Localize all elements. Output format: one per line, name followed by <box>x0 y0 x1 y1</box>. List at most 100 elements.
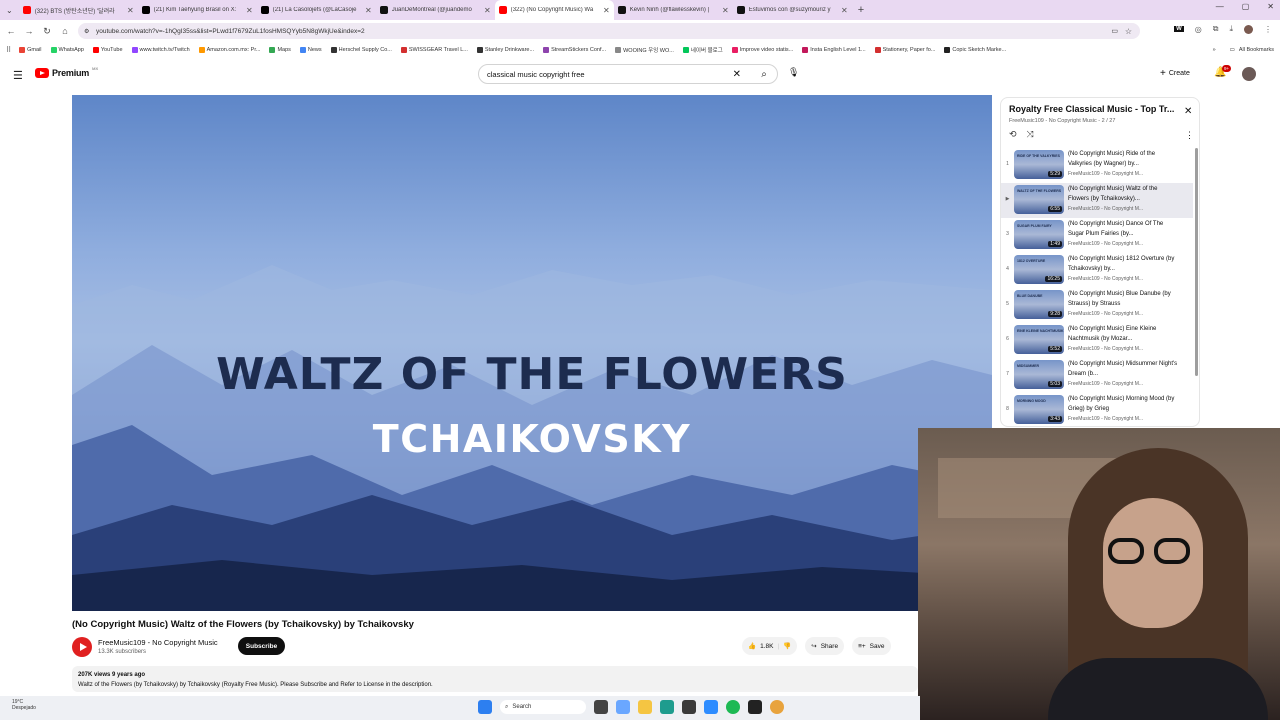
menu-kebab-icon[interactable]: ⋮ <box>1264 25 1272 34</box>
playlist-item[interactable]: 1 RIDE OF THE VALKYRIES 5:29 (No Copyright … <box>1001 148 1193 183</box>
address-bar[interactable]: ⚙ youtube.com/watch?v=-1hQgI35ss&list=PL… <box>78 23 1140 39</box>
taskbar-search[interactable]: ⌕ Search <box>500 700 586 714</box>
all-bookmarks[interactable]: » ▭ All Bookmarks <box>1213 42 1274 57</box>
bookmark-star-icon[interactable]: ☆ <box>1125 27 1132 36</box>
thumbs-down-icon[interactable]: 👎 <box>783 642 791 650</box>
close-tab-icon[interactable]: ✕ <box>246 6 253 15</box>
save-button[interactable]: ≡+ Save <box>852 637 891 655</box>
playlist-item[interactable]: 5 BLUE DANUBE 9:28 (No Copyright Music) Blu… <box>1001 288 1193 323</box>
browser-tab[interactable]: (322) BTS (방탄소년단) '달려라 ✕ <box>19 0 138 20</box>
extensions-puzzle-icon[interactable]: ⧉ <box>1213 24 1219 34</box>
like-button[interactable]: 👍 1.8K | 👎 <box>742 637 798 655</box>
playlist-item-thumbnail[interactable]: WALTZ OF THE FLOWERS 6:55 <box>1014 185 1064 214</box>
weather-widget[interactable]: 19°C Despejado <box>12 699 36 711</box>
close-tab-icon[interactable]: ✕ <box>484 6 491 15</box>
playlist-scrollbar[interactable] <box>1195 148 1198 376</box>
store-icon[interactable] <box>682 700 696 714</box>
app-icon[interactable] <box>748 700 762 714</box>
bookmark-item[interactable]: Maps <box>269 46 291 54</box>
windows-start-icon[interactable] <box>478 700 492 714</box>
close-tab-icon[interactable]: ✕ <box>841 6 848 15</box>
search-input[interactable]: classical music copyright free <box>487 70 733 79</box>
extension-icon[interactable]: W <box>1174 26 1184 32</box>
playlist-title[interactable]: Royalty Free Classical Music - Top Tr... <box>1009 104 1179 114</box>
copilot-icon[interactable] <box>616 700 630 714</box>
channel-name[interactable]: FreeMusic109 - No Copyright Music <box>98 638 218 647</box>
bookmark-item[interactable]: YouTube <box>92 46 123 54</box>
microphone-icon[interactable]: 🎙 <box>788 67 799 78</box>
close-tab-icon[interactable]: ✕ <box>603 6 610 15</box>
bookmark-item[interactable]: 네이버 블로그 <box>682 46 723 54</box>
browser-tab[interactable]: Estuvimos con @suzymouriz y ✕ <box>733 0 852 20</box>
close-tab-icon[interactable]: ✕ <box>127 6 134 15</box>
close-tab-icon[interactable]: ✕ <box>365 6 372 15</box>
create-button[interactable]: + Create <box>1160 68 1190 79</box>
playlist-more-icon[interactable]: ⋮ <box>1185 130 1194 141</box>
browser-tab[interactable]: JuanDeMontreal (@juandemo ✕ <box>376 0 495 20</box>
spotify-icon[interactable] <box>726 700 740 714</box>
bookmark-item[interactable]: WhatsApp <box>50 46 84 54</box>
playlist-item[interactable]: 7 MIDSUMMER 5:03 (No Copyright Music) Midsu… <box>1001 358 1193 393</box>
home-icon[interactable]: ⌂ <box>56 26 74 36</box>
bookmark-item[interactable]: Insta English Level 1... <box>802 46 866 54</box>
share-button[interactable]: ↪ Share <box>805 637 845 655</box>
playlist-item[interactable]: 4 1812 OVERTURE 16:25 (No Copyright Music) … <box>1001 253 1193 288</box>
description-box[interactable]: 207K views 9 years ago Waltz of the Flow… <box>72 666 918 692</box>
maximize-icon[interactable]: ▢ <box>1242 2 1250 11</box>
search-icon[interactable]: ⌕ <box>751 69 777 80</box>
bookmark-item[interactable]: www.twitch.tv/Twitch <box>131 46 190 54</box>
edge-icon[interactable] <box>660 700 674 714</box>
bookmark-item[interactable]: Amazon.com.mx: Pr... <box>198 46 260 54</box>
search-box[interactable]: classical music copyright free ✕ ⌕ <box>478 64 778 84</box>
bookmark-item[interactable]: Improve video statis... <box>731 46 793 54</box>
close-playlist-icon[interactable]: ✕ <box>1184 106 1192 117</box>
forward-icon[interactable]: → <box>20 26 38 36</box>
cast-icon[interactable]: ▭ <box>1111 27 1118 35</box>
channel-avatar[interactable] <box>72 637 92 657</box>
minimize-icon[interactable]: — <box>1216 2 1224 11</box>
playlist-item-thumbnail[interactable]: RIDE OF THE VALKYRIES 5:29 <box>1014 150 1064 179</box>
playlist-item-thumbnail[interactable]: MORNING MOOD 3:43 <box>1014 395 1064 424</box>
bookmark-item[interactable]: News <box>299 46 322 54</box>
playlist-item-thumbnail[interactable]: 1812 OVERTURE 16:25 <box>1014 255 1064 284</box>
apps-grid-icon[interactable]: ⠿ <box>6 46 11 54</box>
reload-icon[interactable]: ↻ <box>38 26 56 37</box>
new-tab-button[interactable]: + <box>858 4 864 16</box>
playlist-item[interactable]: 8 MORNING MOOD 3:43 (No Copyright Music) Mo… <box>1001 393 1193 426</box>
browser-tab[interactable]: (322) (No Copyright Music) Wa ✕ <box>494 0 614 20</box>
zoom-icon[interactable] <box>704 700 718 714</box>
playlist-item[interactable]: ▶ WALTZ OF THE FLOWERS 6:55 (No Copyright M… <box>1001 183 1193 218</box>
playlist-item-thumbnail[interactable]: BLUE DANUBE 9:28 <box>1014 290 1064 319</box>
bookmark-item[interactable]: Copic Sketch Marke... <box>944 46 1006 54</box>
browser-tab[interactable]: Kevin Ninh (@flawlesskevin) | ✕ <box>614 0 733 20</box>
file-explorer-icon[interactable] <box>638 700 652 714</box>
shuffle-icon[interactable]: ⤨ <box>1027 129 1034 140</box>
task-view-icon[interactable] <box>594 700 608 714</box>
clear-search-icon[interactable]: ✕ <box>733 69 741 80</box>
close-window-icon[interactable]: ✕ <box>1267 2 1274 11</box>
bookmark-item[interactable]: SWISSGEAR Travel L... <box>400 46 468 54</box>
bookmark-item[interactable]: Stanley Drinkware... <box>476 46 534 54</box>
download-icon[interactable]: ⤓ <box>1229 24 1233 34</box>
video-player[interactable]: WALTZ OF THE FLOWERS TCHAIKOVSKY <box>72 95 992 611</box>
subscribe-button[interactable]: Subscribe <box>238 637 285 655</box>
bookmark-item[interactable]: Stationery, Paper fo... <box>874 46 935 54</box>
bookmark-item[interactable]: WOOING 우잉 WO... <box>615 46 674 54</box>
playlist-item[interactable]: 3 SUGAR PLUM FAIRY 1:49 (No Copyright Music… <box>1001 218 1193 253</box>
playlist-item-thumbnail[interactable]: EINE KLEINE NACHTMUSIK 5:52 <box>1014 325 1064 354</box>
chrome-icon[interactable] <box>770 700 784 714</box>
profile-avatar[interactable] <box>1244 24 1253 34</box>
close-tab-icon[interactable]: ✕ <box>722 6 729 15</box>
extension-icon[interactable]: ◎ <box>1195 25 1202 34</box>
youtube-premium-logo[interactable]: Premium MX <box>35 66 98 78</box>
back-icon[interactable]: ← <box>2 26 20 36</box>
loop-icon[interactable]: ⟲ <box>1009 129 1017 140</box>
account-avatar[interactable] <box>1242 67 1256 81</box>
site-info-icon[interactable]: ⚙ <box>84 28 89 35</box>
playlist-item[interactable]: 6 EINE KLEINE NACHTMUSIK 5:52 (No Copyright… <box>1001 323 1193 358</box>
hamburger-menu-icon[interactable]: ☰ <box>13 69 23 82</box>
playlist-item-thumbnail[interactable]: SUGAR PLUM FAIRY 1:49 <box>1014 220 1064 249</box>
bookmark-item[interactable]: Herschel Supply Co... <box>330 46 392 54</box>
overflow-chevron-icon[interactable]: » <box>1213 47 1216 53</box>
browser-tab[interactable]: (21) La Casolojefs (@LaCasoje ✕ <box>257 0 376 20</box>
